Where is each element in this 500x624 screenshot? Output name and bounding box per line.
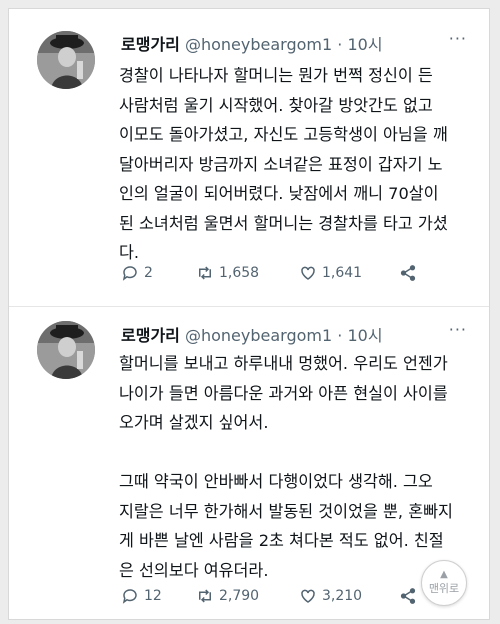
tweet-actions: 2 1,658 1,641 bbox=[121, 264, 441, 288]
tweet-header: 로맹가리 @honeybeargom1 · 10시 bbox=[121, 31, 383, 55]
avatar[interactable] bbox=[37, 31, 95, 89]
user-handle[interactable]: @honeybeargom1 bbox=[185, 35, 332, 54]
timestamp[interactable]: 10시 bbox=[347, 326, 382, 345]
avatar[interactable] bbox=[37, 321, 95, 379]
share-icon bbox=[400, 588, 416, 604]
retweet-icon bbox=[199, 266, 211, 280]
tweet-line: 그때 약국이 안바빠서 다행이었다 생각해. 그오 bbox=[119, 472, 433, 491]
reply-count: 12 bbox=[144, 588, 162, 604]
like-icon bbox=[301, 266, 315, 280]
tweet-header: 로맹가리 @honeybeargom1 · 10시 bbox=[121, 322, 383, 346]
display-name[interactable]: 로맹가리 bbox=[121, 326, 180, 345]
tweet-line: 은 선의보다 여유더라. bbox=[119, 560, 269, 580]
like-count: 1,641 bbox=[322, 265, 363, 281]
retweet-count: 2,790 bbox=[219, 588, 260, 604]
reply-button[interactable]: 12 bbox=[121, 587, 162, 605]
share-icon bbox=[400, 265, 416, 281]
reply-icon bbox=[122, 266, 137, 281]
retweet-button[interactable]: 1,658 bbox=[196, 264, 259, 282]
more-icon[interactable]: ··· bbox=[449, 320, 467, 339]
tweet-line: 이모도 돌아가셨고, 자신도 고등학생이 아님을 깨 bbox=[119, 125, 448, 144]
tweet-line: 나이가 들면 아름다운 과거와 아픈 현실이 사이를 bbox=[119, 383, 448, 403]
tweet-line: 된 소녀처럼 울면서 할머니는 경찰차를 타고 가셨 bbox=[119, 213, 448, 233]
chevron-up-icon: ▲ bbox=[440, 569, 448, 580]
tweet-line: 오가며 살겠지 싶어서. bbox=[119, 413, 269, 432]
reply-count: 2 bbox=[144, 265, 153, 281]
retweet-icon bbox=[199, 589, 211, 603]
tweet-feed: 로맹가리 @honeybeargom1 · 10시 ··· 경찰이 나타나자 할… bbox=[8, 8, 490, 620]
tweet-line: 지랄은 너무 한가해서 발동된 것이었을 뿐, 혼빠지 bbox=[119, 501, 453, 521]
scroll-to-top-button[interactable]: ▲ 맨위로 bbox=[421, 560, 467, 606]
user-handle[interactable]: @honeybeargom1 bbox=[185, 326, 332, 345]
retweet-count: 1,658 bbox=[219, 265, 260, 281]
scroll-top-label: 맨위로 bbox=[428, 582, 460, 595]
tweet-line: 사람처럼 울기 시작했어. 찾아갈 방앗간도 없고 bbox=[119, 95, 433, 115]
tweet-line: 인의 얼굴이 되어버렸다. 낮잠에서 깨니 70살이 bbox=[119, 184, 439, 203]
tweet-text: 할머니를 보내고 하루내내 멍했어. 우리도 언젠가 나이가 들면 아름다운 과… bbox=[119, 349, 471, 585]
tweet-divider bbox=[9, 306, 489, 307]
retweet-button[interactable]: 2,790 bbox=[196, 587, 259, 605]
like-icon bbox=[301, 589, 315, 603]
reply-icon bbox=[122, 589, 137, 604]
tweet-line bbox=[119, 438, 471, 468]
timestamp[interactable]: 10시 bbox=[347, 35, 382, 54]
share-button[interactable] bbox=[399, 587, 422, 605]
like-button[interactable]: 3,210 bbox=[299, 587, 362, 605]
separator-dot: · bbox=[337, 35, 343, 54]
separator-dot: · bbox=[337, 326, 343, 345]
reply-button[interactable]: 2 bbox=[121, 264, 153, 282]
tweet-line: 게 바쁜 날엔 사람을 2초 쳐다본 적도 없어. 친절 bbox=[119, 531, 444, 550]
tweet-actions: 12 2,790 3,210 bbox=[121, 587, 441, 611]
tweet-line: 경찰이 나타나자 할머니는 뭔가 번쩍 정신이 든 bbox=[119, 66, 433, 85]
tweet-line: 달아버리자 방금까지 소녀같은 표정이 갑자기 노 bbox=[119, 154, 443, 174]
like-button[interactable]: 1,641 bbox=[299, 264, 362, 282]
like-count: 3,210 bbox=[322, 588, 363, 604]
share-button[interactable] bbox=[399, 264, 422, 282]
tweet-text: 경찰이 나타나자 할머니는 뭔가 번쩍 정신이 든 사람처럼 울기 시작했어. … bbox=[119, 61, 471, 268]
display-name[interactable]: 로맹가리 bbox=[121, 35, 180, 54]
tweet-line: 할머니를 보내고 하루내내 멍했어. 우리도 언젠가 bbox=[119, 354, 448, 373]
more-icon[interactable]: ··· bbox=[449, 29, 467, 48]
